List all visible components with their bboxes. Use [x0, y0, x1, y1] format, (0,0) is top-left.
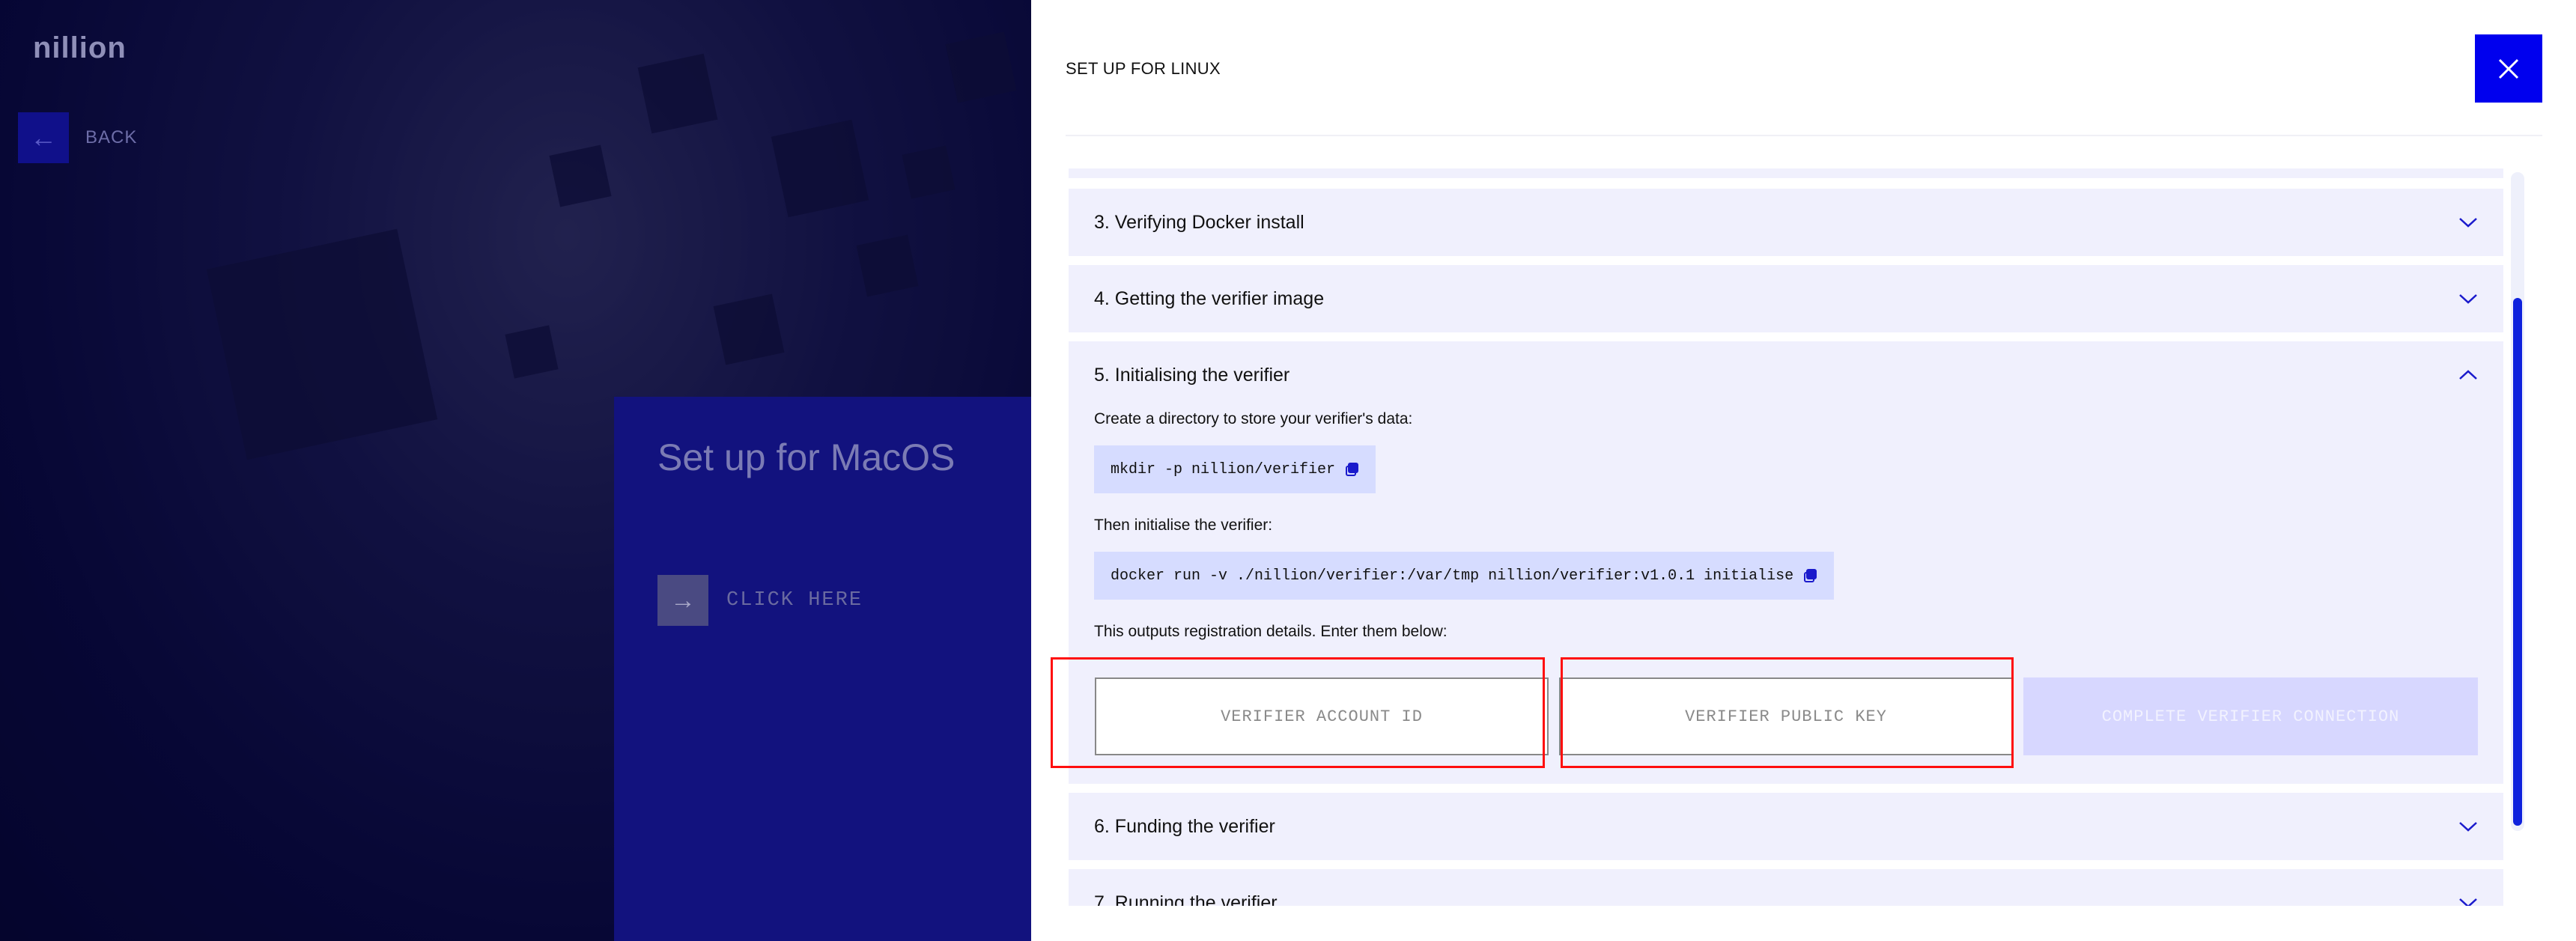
copy-icon[interactable]: [1804, 569, 1817, 582]
accordion-step-3: 3. Verifying Docker install: [1069, 189, 2503, 256]
accordion-header-step-5[interactable]: 5. Initialising the verifier: [1069, 341, 2503, 409]
step-title: 3. Verifying Docker install: [1094, 211, 1304, 233]
chevron-down-icon: [2459, 898, 2477, 906]
macos-click-here-button[interactable]: → CLICK HERE: [657, 575, 863, 626]
accordion-header-step-6[interactable]: 6. Funding the verifier: [1069, 793, 2503, 860]
copy-icon[interactable]: [1346, 463, 1359, 476]
macos-card-title: Set up for MacOS: [657, 436, 956, 478]
mkdir-command: mkdir -p nillion/verifier: [1111, 460, 1336, 478]
arrow-left-icon: ←: [18, 112, 69, 163]
chevron-up-icon: [2459, 370, 2477, 380]
step-5-outputs-text: This outputs registration details. Enter…: [1094, 623, 1448, 640]
back-button[interactable]: ← BACK: [18, 112, 137, 163]
close-button[interactable]: [2475, 34, 2542, 103]
close-icon: [2498, 58, 2519, 79]
step-title: 7. Running the verifier: [1094, 892, 1278, 907]
arrow-right-icon: →: [657, 575, 708, 626]
chevron-down-icon: [2459, 294, 2477, 304]
step-title: 5. Initialising the verifier: [1094, 364, 1290, 386]
accordion-step-6: 6. Funding the verifier: [1069, 793, 2503, 860]
back-label: BACK: [85, 127, 138, 147]
drawer-title: SET UP FOR LINUX: [1066, 59, 1221, 78]
background-page: nillion ← BACK Set up for MacOS → CLICK …: [0, 0, 1031, 941]
header-divider: [1066, 135, 2542, 136]
linux-setup-drawer: SET UP FOR LINUX 3. Verifying Docker ins…: [1031, 0, 2576, 941]
step-title: 4. Getting the verifier image: [1094, 287, 1325, 309]
complete-verifier-connection-button[interactable]: COMPLETE VERIFIER CONNECTION: [2023, 677, 2478, 755]
scrollbar-thumb[interactable]: [2513, 298, 2522, 826]
accordion-step-4: 4. Getting the verifier image: [1069, 265, 2503, 332]
code-block-mkdir: mkdir -p nillion/verifier: [1094, 445, 1376, 493]
accordion-header-step-7[interactable]: 7. Running the verifier: [1069, 869, 2503, 906]
step-5-intro-text: Create a directory to store your verifie…: [1094, 410, 1413, 427]
nillion-logo: nillion: [33, 31, 127, 64]
click-here-label: CLICK HERE: [726, 589, 863, 612]
accordion-header-step-3[interactable]: 3. Verifying Docker install: [1069, 189, 2503, 256]
verifier-account-id-input[interactable]: [1095, 677, 1549, 755]
docker-run-command: docker run -v ./nillion/verifier:/var/tm…: [1111, 567, 1794, 585]
verifier-public-key-input[interactable]: [1559, 677, 2013, 755]
code-block-docker-run: docker run -v ./nillion/verifier:/var/tm…: [1094, 552, 1835, 600]
accordion-header-step-4[interactable]: 4. Getting the verifier image: [1069, 265, 2503, 332]
step-5-then-text: Then initialise the verifier:: [1094, 517, 1273, 534]
chevron-down-icon: [2459, 822, 2477, 832]
steps-accordion: 3. Verifying Docker install 4. Getting t…: [1069, 168, 2503, 906]
chevron-down-icon: [2459, 218, 2477, 228]
accordion-step-2-tail: [1069, 168, 2503, 178]
macos-setup-card[interactable]: Set up for MacOS → CLICK HERE: [614, 397, 1031, 941]
accordion-step-7: 7. Running the verifier: [1069, 869, 2503, 906]
step-title: 6. Funding the verifier: [1094, 815, 1275, 837]
